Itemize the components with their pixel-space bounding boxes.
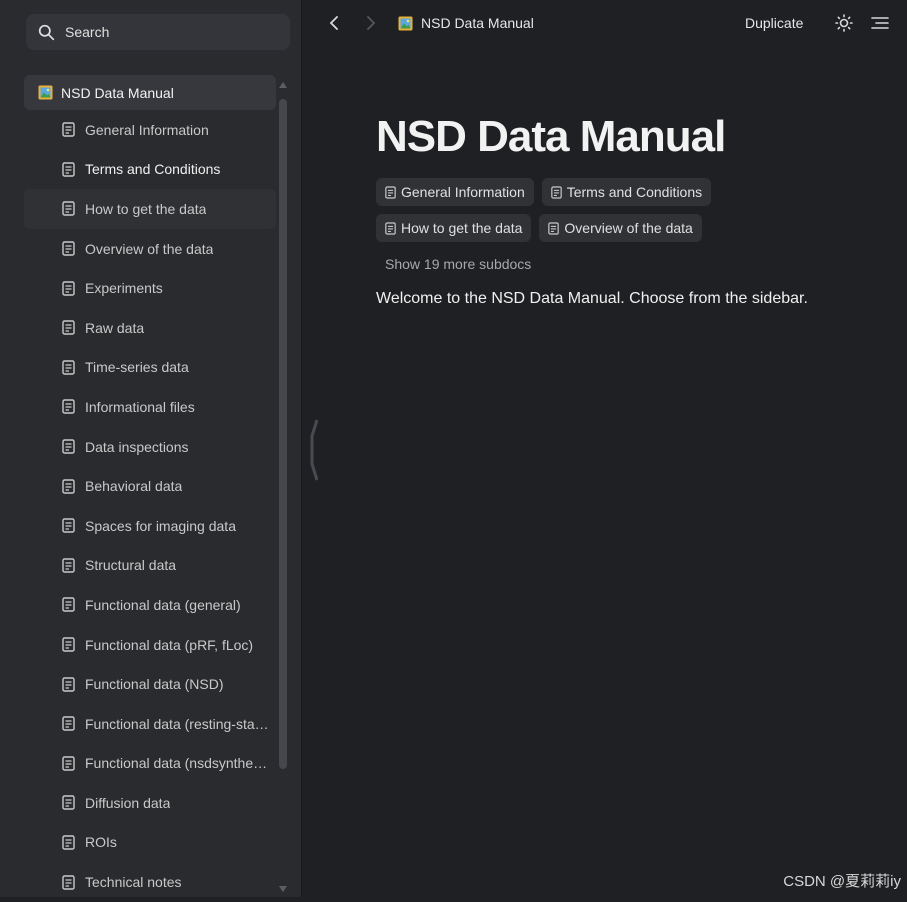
watermark: CSDN @夏莉莉iy xyxy=(783,873,901,890)
document-icon xyxy=(62,835,75,850)
subdoc-chip-label: How to get the data xyxy=(401,220,523,236)
subdoc-chip-label: Overview of the data xyxy=(564,220,693,236)
sidebar-resize-handle[interactable] xyxy=(310,418,319,482)
page-title: NSD Data Manual xyxy=(376,112,726,161)
duplicate-button[interactable]: Duplicate xyxy=(745,12,803,34)
sidebar-item[interactable]: Spaces for imaging data xyxy=(24,506,276,546)
document-icon xyxy=(62,162,75,177)
document-icon xyxy=(62,756,75,771)
theme-sun-icon[interactable] xyxy=(833,12,855,34)
document-icon xyxy=(62,795,75,811)
search-label: Search xyxy=(65,24,110,40)
document-icon xyxy=(62,122,75,137)
document-icon xyxy=(550,185,562,199)
sidebar-item[interactable]: Raw data xyxy=(24,308,276,348)
sidebar-item-label: Functional data (NSD) xyxy=(85,676,224,693)
sidebar-item-label: Data inspections xyxy=(85,438,189,455)
sidebar-item[interactable]: Structural data xyxy=(24,546,276,586)
sidebar-item[interactable]: Functional data (nsdsynthe… xyxy=(24,744,276,784)
sidebar-item-label: Functional data (resting-sta… xyxy=(85,715,269,732)
scroll-up-arrow-icon[interactable] xyxy=(279,82,287,88)
subdoc-chip-label: General Information xyxy=(401,184,525,200)
sidebar-item[interactable]: Data inspections xyxy=(24,427,276,467)
sidebar-item-label: Behavioral data xyxy=(85,478,183,495)
document-icon xyxy=(62,518,75,533)
sidebar-item-label: ROIs xyxy=(85,834,117,851)
subdoc-chip-label: Terms and Conditions xyxy=(566,184,703,200)
sidebar-item[interactable]: ROIs xyxy=(24,823,276,863)
document-icon xyxy=(62,360,75,375)
document-icon xyxy=(62,241,75,256)
welcome-text: Welcome to the NSD Data Manual. Choose f… xyxy=(376,290,808,307)
document-icon xyxy=(62,439,75,454)
picture-icon xyxy=(38,85,53,100)
subdoc-chip[interactable]: General Information xyxy=(376,178,534,206)
sidebar-item[interactable]: Functional data (resting-sta… xyxy=(24,704,276,744)
document-icon xyxy=(62,399,75,415)
sidebar-item-label: Functional data (nsdsynthe… xyxy=(85,755,268,772)
document-icon xyxy=(385,221,396,235)
document-icon xyxy=(548,221,560,235)
show-more-subdocs-link[interactable]: Show 19 more subdocs xyxy=(385,256,531,272)
sidebar-item-label: Time-series data xyxy=(85,359,189,376)
subdoc-chip[interactable]: How to get the data xyxy=(376,214,532,242)
sidebar-item[interactable]: Diffusion data xyxy=(24,783,276,823)
document-icon xyxy=(62,637,75,652)
sidebar-item[interactable]: Time-series data xyxy=(24,348,276,388)
scrollbar-thumb[interactable] xyxy=(279,99,287,769)
sidebar-root-label: NSD Data Manual xyxy=(61,84,174,101)
breadcrumb-label: NSD Data Manual xyxy=(421,15,534,31)
search-icon xyxy=(38,24,55,40)
sidebar-item[interactable]: Behavioral data xyxy=(24,466,276,506)
document-icon xyxy=(62,320,75,335)
sidebar-item[interactable]: Functional data (general) xyxy=(24,585,276,625)
document-icon xyxy=(62,716,75,731)
sidebar-item[interactable]: Functional data (NSD) xyxy=(24,664,276,704)
doc-tree: NSD Data Manual General Information Terms… xyxy=(24,75,276,902)
picture-icon xyxy=(398,16,413,30)
sidebar-item[interactable]: Terms and Conditions xyxy=(24,150,276,190)
document-icon xyxy=(62,558,75,573)
document-icon xyxy=(62,676,75,692)
sidebar-item-label: Informational files xyxy=(85,398,195,415)
sidebar-item-label: Experiments xyxy=(85,280,163,297)
sidebar-item-label: How to get the data xyxy=(85,200,207,217)
duplicate-label: Duplicate xyxy=(745,15,804,31)
sidebar-item-root[interactable]: NSD Data Manual xyxy=(24,75,276,110)
sidebar-item-label: Functional data (pRF, fLoc) xyxy=(85,636,254,653)
sidebar-item-label: Technical notes xyxy=(85,874,182,891)
document-icon xyxy=(62,597,75,613)
subdoc-chips: General Information Terms and Conditions H… xyxy=(376,178,736,242)
search-input[interactable]: Search xyxy=(26,14,290,50)
back-arrow-icon[interactable] xyxy=(323,12,345,34)
sidebar-item-label: Overview of the data xyxy=(85,240,214,257)
sidebar-item[interactable]: General Information xyxy=(24,110,276,150)
sidebar-item-label: Spaces for imaging data xyxy=(85,517,236,534)
document-icon xyxy=(62,201,75,217)
sidebar-item[interactable]: Overview of the data xyxy=(24,229,276,269)
sidebar-item[interactable]: Informational files xyxy=(24,387,276,427)
sidebar-item-label: General Information xyxy=(85,121,209,138)
sidebar-item[interactable]: Functional data (pRF, fLoc) xyxy=(24,625,276,665)
scroll-down-arrow-icon[interactable] xyxy=(279,886,287,892)
sidebar-item-label: Terms and Conditions xyxy=(85,161,221,178)
sidebar-item-label: Structural data xyxy=(85,557,177,574)
sidebar-item-label: Diffusion data xyxy=(85,794,171,811)
document-icon xyxy=(62,280,75,296)
subdoc-chip[interactable]: Terms and Conditions xyxy=(541,178,712,206)
sidebar-item-label: Raw data xyxy=(85,319,145,336)
document-icon xyxy=(62,874,75,890)
sidebar-item[interactable]: How to get the data xyxy=(24,189,276,229)
sidebar-item-label: Functional data (general) xyxy=(85,596,241,613)
breadcrumb[interactable]: NSD Data Manual xyxy=(398,12,534,34)
sidebar-item[interactable]: Technical notes xyxy=(24,862,276,902)
sidebar-scrollbar[interactable] xyxy=(278,82,288,892)
document-icon xyxy=(62,478,75,494)
subdoc-chip[interactable]: Overview of the data xyxy=(539,214,702,242)
sidebar: Search NSD Data Manual General Informati… xyxy=(0,0,302,897)
sidebar-item[interactable]: Experiments xyxy=(24,268,276,308)
forward-arrow-icon[interactable] xyxy=(360,12,382,34)
document-icon xyxy=(385,185,396,199)
outline-menu-icon[interactable] xyxy=(869,12,891,34)
